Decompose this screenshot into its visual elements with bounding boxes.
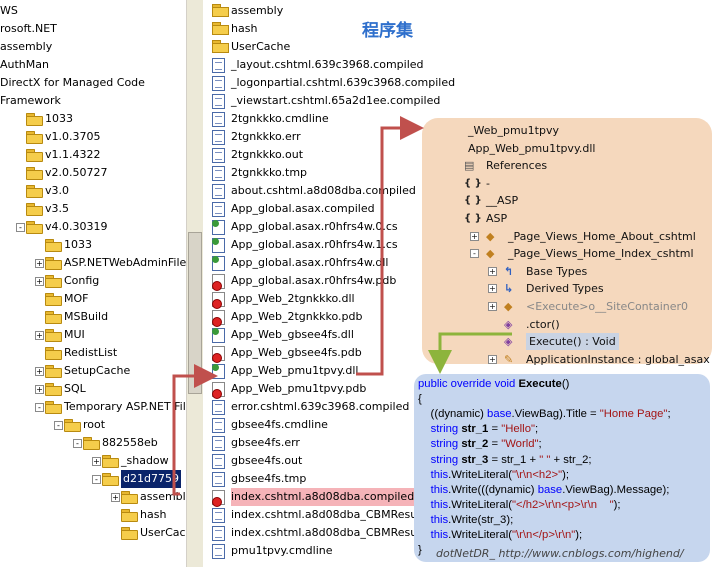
arrow-folder-to-file [172,364,218,496]
annotation-arrows [172,116,512,496]
arrow-execute-to-code [428,332,512,374]
arrow-dll-to-assembly [356,116,424,376]
